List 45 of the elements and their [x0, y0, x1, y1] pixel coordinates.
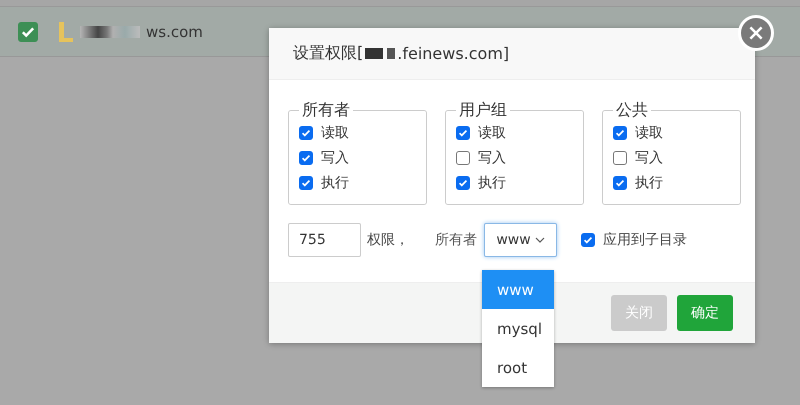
checkbox-label: 应用到子目录	[603, 231, 687, 249]
checkbox-label: 读取	[635, 124, 663, 142]
redacted-block	[387, 48, 396, 59]
dropdown-option[interactable]: mysql	[482, 309, 554, 348]
group-legend: 公共	[613, 100, 651, 121]
checkbox[interactable]	[299, 151, 313, 165]
group-legend: 所有者	[299, 100, 353, 121]
group-legend: 用户组	[456, 100, 510, 121]
check-icon	[457, 127, 469, 139]
checkbox-label: 读取	[321, 124, 349, 142]
checkbox[interactable]	[613, 151, 627, 165]
checkbox[interactable]	[456, 176, 470, 190]
checkbox[interactable]	[456, 151, 470, 165]
check-icon	[582, 234, 594, 246]
check-icon	[300, 127, 312, 139]
redacted-block	[80, 26, 140, 38]
owner-label: 所有者	[435, 231, 477, 249]
dialog-title: 设置权限[	[293, 43, 364, 64]
checkbox-label: 执行	[635, 174, 663, 192]
check-icon	[614, 127, 626, 139]
check-icon	[300, 177, 312, 189]
checkbox-label: 执行	[478, 174, 506, 192]
check-icon	[614, 177, 626, 189]
checkbox-label: 读取	[478, 124, 506, 142]
checkbox-label: 执行	[321, 174, 349, 192]
dropdown-option[interactable]: root	[482, 348, 554, 387]
checkbox[interactable]	[18, 22, 38, 42]
checkbox[interactable]	[456, 126, 470, 140]
permission-input[interactable]: 755	[288, 223, 361, 257]
check-icon	[457, 177, 469, 189]
checkbox[interactable]	[299, 176, 313, 190]
checkbox[interactable]	[613, 176, 627, 190]
checkbox[interactable]	[299, 126, 313, 140]
checkbox-label: 写入	[635, 149, 663, 167]
checkbox[interactable]	[613, 126, 627, 140]
permission-label: 权限，	[367, 231, 409, 249]
dialog-title: .feinews.com]	[397, 44, 510, 63]
checkbox-label: 写入	[478, 149, 506, 167]
check-icon	[300, 152, 312, 164]
checkbox[interactable]	[581, 233, 595, 247]
owner-select[interactable]: www	[484, 223, 557, 257]
file-name[interactable]: ws.com	[146, 22, 203, 40]
redacted-block	[365, 48, 384, 59]
caret-icon	[534, 237, 545, 243]
checkbox-label: 写入	[321, 149, 349, 167]
